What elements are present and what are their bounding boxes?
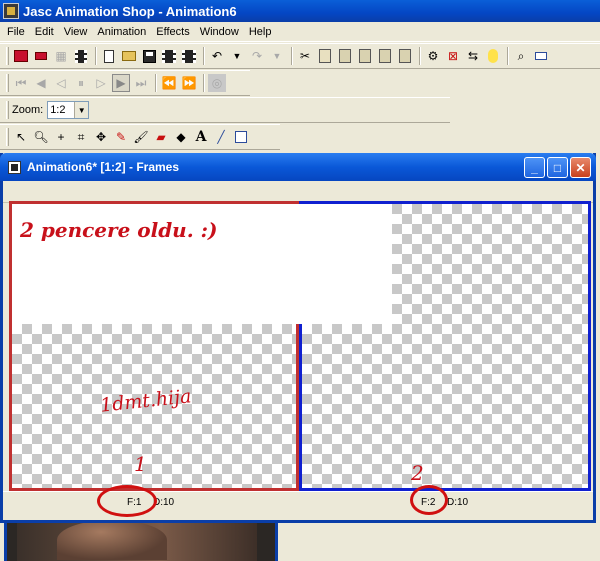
rewind-icon[interactable]: ⏪ (160, 74, 178, 92)
title-bar: Jasc Animation Shop - Animation6 (0, 0, 600, 22)
previous-frame-icon[interactable]: ◀ (32, 74, 50, 92)
chevron-down-icon[interactable]: ▼ (74, 102, 89, 118)
keyboard-icon[interactable] (532, 47, 550, 65)
dropper-icon[interactable]: ✎ (112, 128, 130, 146)
toolbar-separator (203, 47, 205, 65)
zoom-tool-icon[interactable]: 🔍︎ (32, 128, 50, 146)
standard-toolbar: ▦ ↶ ▼ ↷ ▼ ✂ ⚙ ⊠ ⇆ ⌕ (0, 43, 600, 69)
tools-toolbar: ↖ 🔍︎ + ⌗ ✥ ✎ 🖌︎ ▰ ◆ A ╱ (0, 124, 280, 150)
redo-dropdown-icon[interactable]: ▼ (268, 47, 286, 65)
menu-bar: File Edit View Animation Effects Window … (0, 22, 600, 42)
move-icon[interactable]: ✥ (92, 128, 110, 146)
fill-icon[interactable]: ◆ (172, 128, 190, 146)
toolbar-grip[interactable] (6, 47, 9, 65)
toolbar-separator (291, 47, 293, 65)
animation-wizard-icon[interactable] (12, 47, 30, 65)
film-icon[interactable] (160, 47, 178, 65)
rectangle-icon[interactable] (232, 128, 250, 146)
export-icon[interactable] (72, 47, 90, 65)
play-icon[interactable]: ▶ (112, 74, 130, 92)
toolbar-separator (155, 74, 157, 92)
annotation-circle-2 (410, 485, 448, 515)
paste-before-icon[interactable] (376, 47, 394, 65)
copy-icon[interactable] (316, 47, 334, 65)
undo-icon[interactable]: ↶ (208, 47, 226, 65)
zoom-value: 1:2 (50, 104, 66, 116)
minimize-button[interactable]: _ (524, 157, 545, 178)
optimize-icon[interactable]: ▦ (52, 47, 70, 65)
pause-icon[interactable]: ⏸ (72, 74, 90, 92)
help-pointer-icon[interactable]: ⌕ (512, 47, 530, 65)
delete-frames-icon[interactable]: ⊠ (444, 47, 462, 65)
step-back-icon[interactable]: ◁ (52, 74, 70, 92)
menu-animation[interactable]: Animation (92, 22, 151, 42)
app-title: Jasc Animation Shop - Animation6 (23, 3, 237, 19)
redo-icon[interactable]: ↷ (248, 47, 266, 65)
new-icon[interactable] (100, 47, 118, 65)
frame-2-delay-status: D:10 (447, 497, 469, 508)
frame-properties-icon[interactable]: ⚙ (424, 47, 442, 65)
cut-icon[interactable]: ✂ (296, 47, 314, 65)
annotation-circle-1 (97, 485, 157, 517)
save-icon[interactable] (140, 47, 158, 65)
menu-edit[interactable]: Edit (30, 22, 59, 42)
frames-window-title: Animation6* [1:2] - Frames (27, 160, 180, 174)
zoom-toolbar: Zoom: 1:2 ▼ (0, 97, 450, 123)
toolbar-grip[interactable] (6, 101, 9, 119)
film-strip-icon[interactable] (180, 47, 198, 65)
menu-view[interactable]: View (59, 22, 93, 42)
vcr-toolbar: ⏮ ◀ ◁ ⏸ ▷ ▶ ⏭ ⏪ ⏩ ◎ (0, 70, 250, 96)
first-frame-icon[interactable]: ⏮ (12, 74, 30, 92)
toolbar-separator (203, 74, 205, 92)
banner-wizard-icon[interactable] (32, 47, 50, 65)
crosshair-icon[interactable]: + (52, 128, 70, 146)
tip-bulb-icon[interactable] (484, 47, 502, 65)
frames-window: Animation6* [1:2] - Frames _ □ ✕ F:1 D:1… (0, 153, 596, 523)
crop-icon[interactable]: ⌗ (72, 128, 90, 146)
paintbrush-icon[interactable]: 🖌︎ (132, 128, 150, 146)
arrow-select-icon[interactable]: ↖ (12, 128, 30, 146)
frames-window-title-bar[interactable]: Animation6* [1:2] - Frames _ □ ✕ (0, 153, 596, 181)
app-icon (3, 3, 19, 19)
zoom-label: Zoom: (12, 104, 44, 116)
menu-effects[interactable]: Effects (151, 22, 194, 42)
last-frame-icon[interactable]: ⏭ (132, 74, 150, 92)
frame-1[interactable] (9, 201, 392, 491)
toolbar-separator (419, 47, 421, 65)
view-animation-icon[interactable]: ◎ (208, 74, 226, 92)
menu-file[interactable]: File (2, 22, 30, 42)
paste-icon[interactable] (336, 47, 354, 65)
frames-status-bar: F:1 D:10 F:2 D:10 (3, 491, 593, 513)
text-tool-icon[interactable]: A (192, 128, 210, 146)
eraser-icon[interactable]: ▰ (152, 128, 170, 146)
maximize-button[interactable]: □ (547, 157, 568, 178)
paste-into-icon[interactable] (396, 47, 414, 65)
step-forward-icon[interactable]: ▷ (92, 74, 110, 92)
close-button[interactable]: ✕ (570, 157, 591, 178)
line-icon[interactable]: ╱ (212, 128, 230, 146)
film-icon (8, 160, 21, 174)
annotation-number-1: 1 (134, 452, 147, 476)
open-icon[interactable] (120, 47, 138, 65)
annotation-number-2: 2 (411, 461, 424, 485)
toolbar-grip[interactable] (6, 128, 9, 146)
insert-frames-icon[interactable]: ⇆ (464, 47, 482, 65)
toolbar-separator (507, 47, 509, 65)
fast-forward-icon[interactable]: ⏩ (180, 74, 198, 92)
undo-dropdown-icon[interactable]: ▼ (228, 47, 246, 65)
paste-after-icon[interactable] (356, 47, 374, 65)
menu-window[interactable]: Window (195, 22, 244, 42)
app-window: Jasc Animation Shop - Animation6 File Ed… (0, 0, 600, 561)
toolbar-grip[interactable] (6, 74, 9, 92)
toolbar-separator (95, 47, 97, 65)
banner-text: 2 pencere oldu. :) (20, 218, 218, 242)
frames-header-strip (3, 181, 593, 203)
menu-help[interactable]: Help (244, 22, 277, 42)
zoom-select[interactable]: 1:2 ▼ (47, 101, 90, 119)
